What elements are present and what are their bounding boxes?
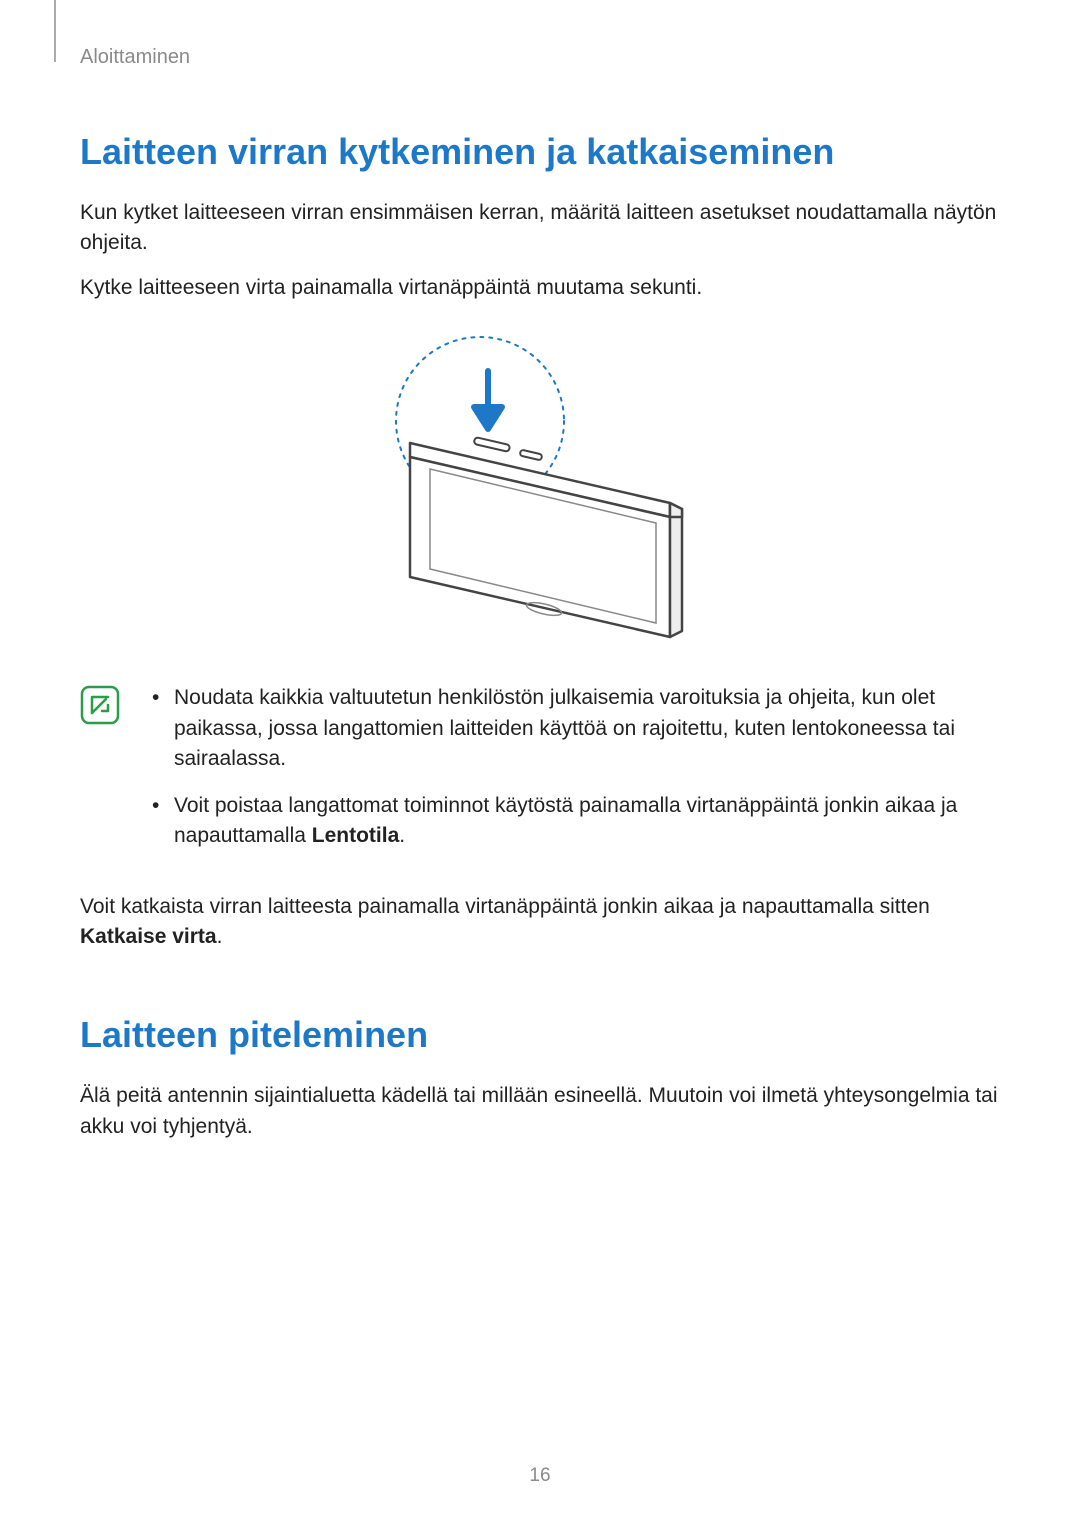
note-block: Noudata kaikkia valtuutetun henkilöstön … [80, 683, 1000, 867]
page-number: 16 [0, 1465, 1080, 1487]
document-page: Aloittaminen Laitteen virran kytkeminen … [0, 0, 1080, 1527]
note-icon [80, 685, 120, 725]
section1-para2: Kytke laitteeseen virta painamalla virta… [80, 273, 1000, 303]
section1-heading: Laitteen virran kytkeminen ja katkaisemi… [80, 129, 1000, 174]
section1-para1: Kun kytket laitteeseen virran ensimmäise… [80, 198, 1000, 259]
note2-text-b: Lentotila [312, 824, 400, 847]
note-item-2: Voit poistaa langattomat toiminnot käytö… [148, 791, 1000, 852]
section1-para3: Voit katkaista virran laitteesta painama… [80, 892, 1000, 953]
para3-a: Voit katkaista virran laitteesta painama… [80, 895, 930, 918]
section2-heading: Laitteen piteleminen [80, 1012, 1000, 1057]
section2: Laitteen piteleminen Älä peitä antennin … [80, 1012, 1000, 1142]
note1-text: Noudata kaikkia valtuutetun henkilöstön … [174, 686, 955, 770]
section2-para1: Älä peitä antennin sijaintialuetta kädel… [80, 1081, 1000, 1142]
note-list: Noudata kaikkia valtuutetun henkilöstön … [148, 683, 1000, 867]
note-item-1: Noudata kaikkia valtuutetun henkilöstön … [148, 683, 1000, 774]
note2-text-c: . [399, 824, 405, 847]
tablet-power-svg [370, 333, 710, 653]
para3-c: . [217, 925, 223, 948]
para3-b: Katkaise virta [80, 925, 217, 948]
note2-text-a: Voit poistaa langattomat toiminnot käytö… [174, 794, 957, 847]
chapter-label: Aloittaminen [80, 46, 1000, 69]
power-button-illustration [80, 333, 1000, 653]
top-rule-decoration [54, 0, 56, 62]
